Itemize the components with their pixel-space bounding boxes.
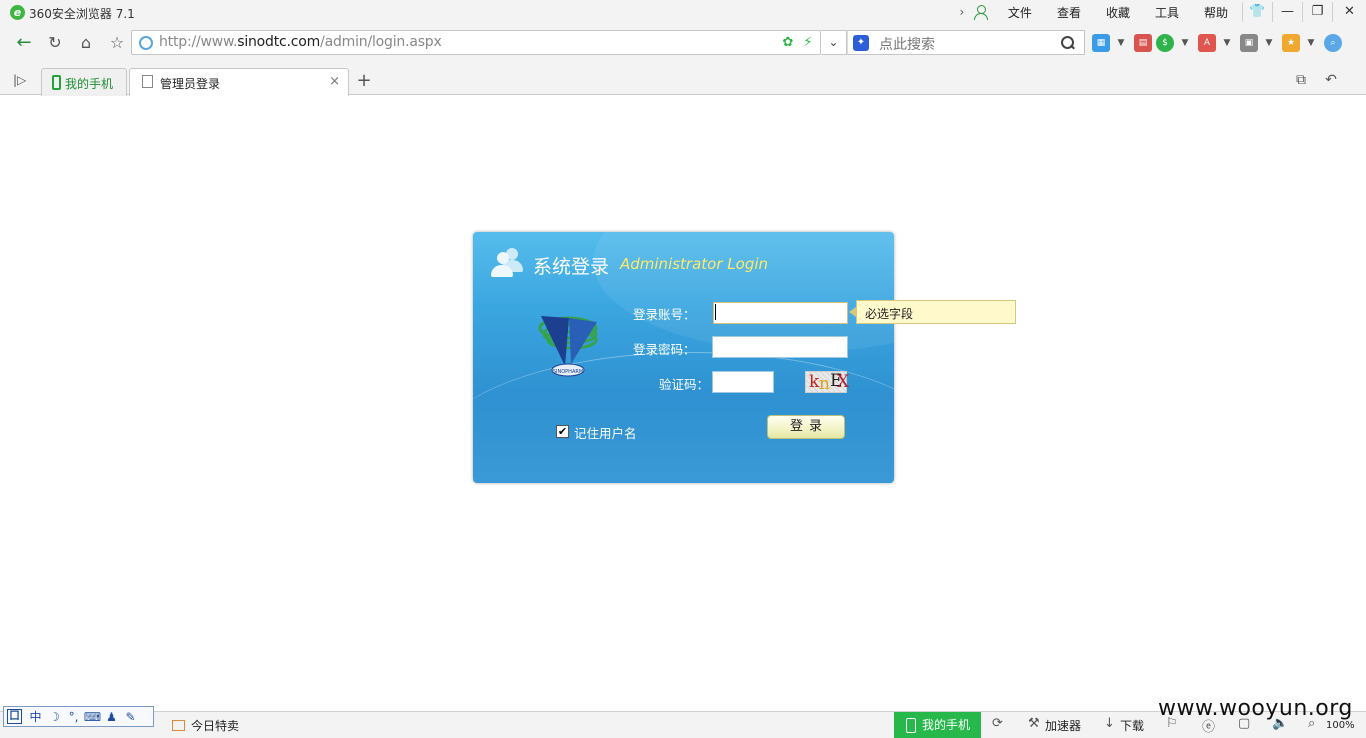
login-title: 系统登录 [533,256,610,278]
pdf-dropdown-icon[interactable]: ▼ [1220,38,1234,48]
menu-file[interactable]: 文件 [995,4,1044,21]
company-logo: SINOPHARM [538,316,598,377]
daily-deals[interactable]: 今日特卖 [172,717,239,734]
new-tab-button[interactable]: + [352,68,376,94]
user-account-icon[interactable] [973,4,989,20]
game-dropdown-icon[interactable]: ▼ [1304,38,1318,48]
search-field[interactable]: ✦ 点此搜索 [847,30,1085,55]
search-engine-icon[interactable]: ✦ [853,35,869,51]
sidebar-toggle-icon[interactable]: |▷ [13,73,26,87]
login-panel: 系统登录 Administrator Login SINOPHARM 登录账号：… [473,232,894,483]
tab-bar: |▷ 我的手机 管理员登录 × + ⧉ ↶ [0,64,1366,96]
apps-icon[interactable]: ▦ [1092,34,1110,52]
address-dropdown-button[interactable]: ⌄ [821,30,847,55]
close-button[interactable]: ✕ [1332,2,1366,22]
extensions-bar: ▦ ▼ ▤ $ ▼ A ▼ ▣ ▼ ★ ▼ ⌕ [1092,33,1346,53]
safety-icon[interactable]: $ [1156,34,1174,52]
ime-halfwidth-icon[interactable]: ☽ [45,710,64,724]
back-button[interactable]: ← [10,30,38,56]
login-subtitle: Administrator Login [620,255,769,273]
remember-username-checkbox[interactable]: ✔ [556,425,569,438]
minimize-button[interactable]: — [1272,2,1302,22]
navigation-bar: ← ↻ ⌂ ☆ http://www.sinodtc.com/admin/log… [0,24,1366,64]
tab-my-phone-label: 我的手机 [65,77,114,91]
ime-user-icon[interactable]: ♟ [102,710,121,724]
title-right-area: › 文件 查看 收藏 工具 帮助 👕 — ❐ ✕ [955,0,1366,24]
browser-swirl-icon[interactable]: ⟳ [992,716,1003,731]
page-icon [142,75,153,88]
username-label: 登录账号： [633,307,696,322]
panel-highlight [593,232,894,352]
status-my-phone-button[interactable]: 我的手机 [894,712,981,738]
login-button[interactable]: 登录 [767,415,845,439]
zoom-tool-icon[interactable]: ⌕ [1324,34,1342,52]
screenshot-icon[interactable]: ▣ [1240,34,1258,52]
captcha-input[interactable] [712,371,774,393]
chevron-right-icon[interactable]: › [955,5,969,19]
password-input[interactable] [712,336,848,358]
screenshot-dropdown-icon[interactable]: ▼ [1262,38,1276,48]
safety-dropdown-icon[interactable]: ▼ [1178,38,1192,48]
close-tab-icon[interactable]: × [329,74,340,89]
tab-admin-login[interactable]: 管理员登录 × [129,68,349,96]
tab-admin-login-label: 管理员登录 [160,77,221,91]
undo-close-icon[interactable]: ↶ [1316,72,1346,88]
refresh-button[interactable]: ↻ [41,30,69,56]
phone-icon [52,75,61,90]
search-icon[interactable] [1060,35,1076,51]
ime-chinese-mode[interactable]: 中 [26,708,45,725]
restore-button[interactable]: ❐ [1302,2,1332,22]
game-icon[interactable]: ★ [1282,34,1300,52]
password-label: 登录密码： [633,342,696,357]
tab-my-phone[interactable]: 我的手机 [41,68,127,96]
text-cursor [715,304,716,320]
lightning-mode-icon[interactable]: ⚡ [800,35,816,51]
search-placeholder: 点此搜索 [879,37,935,53]
menu-help[interactable]: 帮助 [1191,4,1240,21]
globe-icon [139,36,153,50]
ime-toolbar: 囗 中 ☽ °, ⌨ ♟ ✎ [3,706,154,727]
title-bar: e 360安全浏览器 7.1 › 文件 查看 收藏 工具 帮助 👕 — ❐ ✕ [0,0,1366,24]
tab-bar-tools: ⧉ ↶ [1286,72,1346,88]
accelerator-button[interactable]: 加速器 [1045,717,1081,734]
skin-button[interactable]: 👕 [1242,2,1272,22]
captcha-label: 验证码： [658,377,709,392]
gift-icon [172,720,185,731]
tooltip-arrow [849,307,856,317]
tooltip-text: 必选字段 [865,307,914,321]
menu-favorites[interactable]: 收藏 [1093,4,1142,21]
address-field[interactable]: http://www.sinodtc.com/admin/login.aspx … [131,30,821,55]
favorite-star-button[interactable]: ☆ [103,30,131,56]
pdf-icon[interactable]: A [1198,34,1216,52]
zoom-level[interactable]: 100% [1326,720,1355,731]
apps-dropdown-icon[interactable]: ▼ [1114,38,1128,48]
remember-username-label[interactable]: 记住用户名 [574,423,637,442]
menu-view[interactable]: 查看 [1044,4,1093,21]
browser-logo-icon: e [10,5,25,20]
username-input[interactable] [713,302,848,324]
ime-logo-icon[interactable]: 囗 [7,709,22,724]
download-button[interactable]: 下载 [1120,717,1144,734]
menu-tools[interactable]: 工具 [1142,4,1191,21]
window-title: 360安全浏览器 7.1 [29,7,135,21]
security-shield-icon[interactable]: ✿ [780,35,796,51]
logo-text: SINOPHARM [553,369,583,375]
ime-settings-icon[interactable]: ✎ [121,710,140,724]
accelerator-icon: ⚒ [1028,716,1040,731]
users-icon [490,246,524,278]
ime-keyboard-icon[interactable]: ⌨ [83,710,102,724]
download-icon: ↓ [1104,716,1115,731]
window-controls: 👕 — ❐ ✕ [1242,2,1366,22]
ime-punctuation-icon[interactable]: °, [64,710,83,724]
watermark-text: www.wooyun.org [1158,696,1353,721]
tab-list-icon[interactable]: ⧉ [1286,72,1316,88]
daily-deals-label: 今日特卖 [191,719,240,733]
required-field-tooltip: 必选字段 [856,300,1016,324]
url-text[interactable]: http://www.sinodtc.com/admin/login.aspx [159,34,442,50]
home-button[interactable]: ⌂ [72,30,100,56]
calendar-icon[interactable]: ▤ [1134,34,1152,52]
